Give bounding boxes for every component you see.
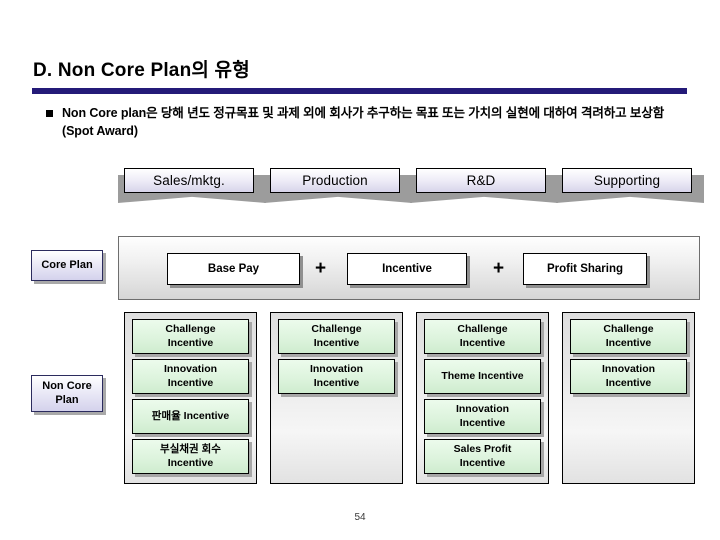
column-header-supporting[interactable]: Supporting [556, 168, 704, 206]
incentive-box[interactable]: Sales Profit Incentive [424, 439, 541, 474]
incentive-box[interactable]: Innovation Incentive [132, 359, 249, 394]
row-label-text: Core Plan [41, 258, 93, 271]
core-plan-band: Base Pay + Incentive + Profit Sharing [118, 236, 700, 300]
incentive-line2: Incentive [167, 336, 214, 349]
core-plan-item-label: Base Pay [207, 263, 260, 275]
incentive-line2: Incentive [605, 336, 652, 349]
bullet-text: Non Core plan은 당해 년도 정규목표 및 과제 외에 회사가 추구… [62, 106, 665, 139]
column-header-production[interactable]: Production [264, 168, 412, 206]
incentive-line2: Incentive [167, 376, 214, 389]
incentive-line2: Incentive [459, 336, 506, 349]
non-core-panel-supporting: Challenge Incentive Innovation Incentive [562, 312, 695, 484]
column-header-label: Sales/mktg. [124, 168, 254, 193]
column-header-sales-mktg[interactable]: Sales/mktg. [118, 168, 266, 206]
non-core-panel-sales-mktg: Challenge Incentive Innovation Incentive… [124, 312, 257, 484]
incentive-line1: Challenge [311, 322, 362, 335]
incentive-box[interactable]: Innovation Incentive [278, 359, 395, 394]
incentive-box[interactable]: Challenge Incentive [424, 319, 541, 354]
incentive-box[interactable]: Theme Incentive [424, 359, 541, 394]
incentive-line1: Innovation [309, 362, 364, 375]
incentive-line2: Incentive [167, 456, 214, 469]
column-header-label: Production [270, 168, 400, 193]
incentive-box[interactable]: 부실채권 회수 Incentive [132, 439, 249, 474]
plus-operator-2: + [493, 258, 505, 279]
row-label-text-line2: Plan [55, 393, 79, 406]
incentive-line2: Incentive [313, 376, 360, 389]
core-plan-item-label: Incentive [382, 263, 432, 275]
row-label-text-line1: Non Core [42, 379, 92, 392]
page-number: 54 [354, 512, 366, 523]
core-plan-item-base-pay[interactable]: Base Pay [167, 253, 300, 285]
core-plan-item-label: Profit Sharing [546, 263, 624, 275]
incentive-line1: Challenge [457, 322, 508, 335]
column-header-label: R&D [416, 168, 546, 193]
incentive-line1: Innovation [163, 362, 218, 375]
incentive-box[interactable]: Challenge Incentive [278, 319, 395, 354]
non-core-panel-rd: Challenge Incentive Theme Incentive Inno… [416, 312, 549, 484]
incentive-line1: Theme Incentive [441, 369, 524, 382]
bullet-square-icon [46, 110, 53, 117]
non-core-panel-production: Challenge Incentive Innovation Incentive [270, 312, 403, 484]
incentive-line1: 부실채권 회수 [160, 442, 221, 455]
row-label-non-core-plan[interactable]: Non Core Plan [31, 375, 103, 412]
incentive-line2: Incentive [459, 416, 506, 429]
incentive-line2: Incentive [605, 376, 652, 389]
incentive-line1: Innovation [455, 402, 510, 415]
incentive-line1: Innovation [601, 362, 656, 375]
plus-operator-1: + [315, 258, 327, 279]
incentive-line1: 판매율 Incentive [151, 409, 230, 422]
incentive-line1: Sales Profit [453, 442, 512, 455]
incentive-box[interactable]: 판매율 Incentive [132, 399, 249, 434]
incentive-box[interactable]: Innovation Incentive [424, 399, 541, 434]
row-label-core-plan[interactable]: Core Plan [31, 250, 103, 281]
incentive-line2: Incentive [459, 456, 506, 469]
column-header-label: Supporting [562, 168, 692, 193]
incentive-line1: Challenge [165, 322, 216, 335]
bullet-block: Non Core plan은 당해 년도 정규목표 및 과제 외에 회사가 추구… [46, 104, 666, 140]
incentive-box[interactable]: Innovation Incentive [570, 359, 687, 394]
incentive-box[interactable]: Challenge Incentive [132, 319, 249, 354]
incentive-line1: Challenge [603, 322, 654, 335]
title-divider [32, 88, 687, 94]
core-plan-item-incentive[interactable]: Incentive [347, 253, 467, 285]
core-plan-item-profit-sharing[interactable]: Profit Sharing [523, 253, 647, 285]
incentive-line2: Incentive [313, 336, 360, 349]
page-title: D. Non Core Plan의 유형 [33, 60, 250, 81]
incentive-box[interactable]: Challenge Incentive [570, 319, 687, 354]
column-header-rd[interactable]: R&D [410, 168, 558, 206]
